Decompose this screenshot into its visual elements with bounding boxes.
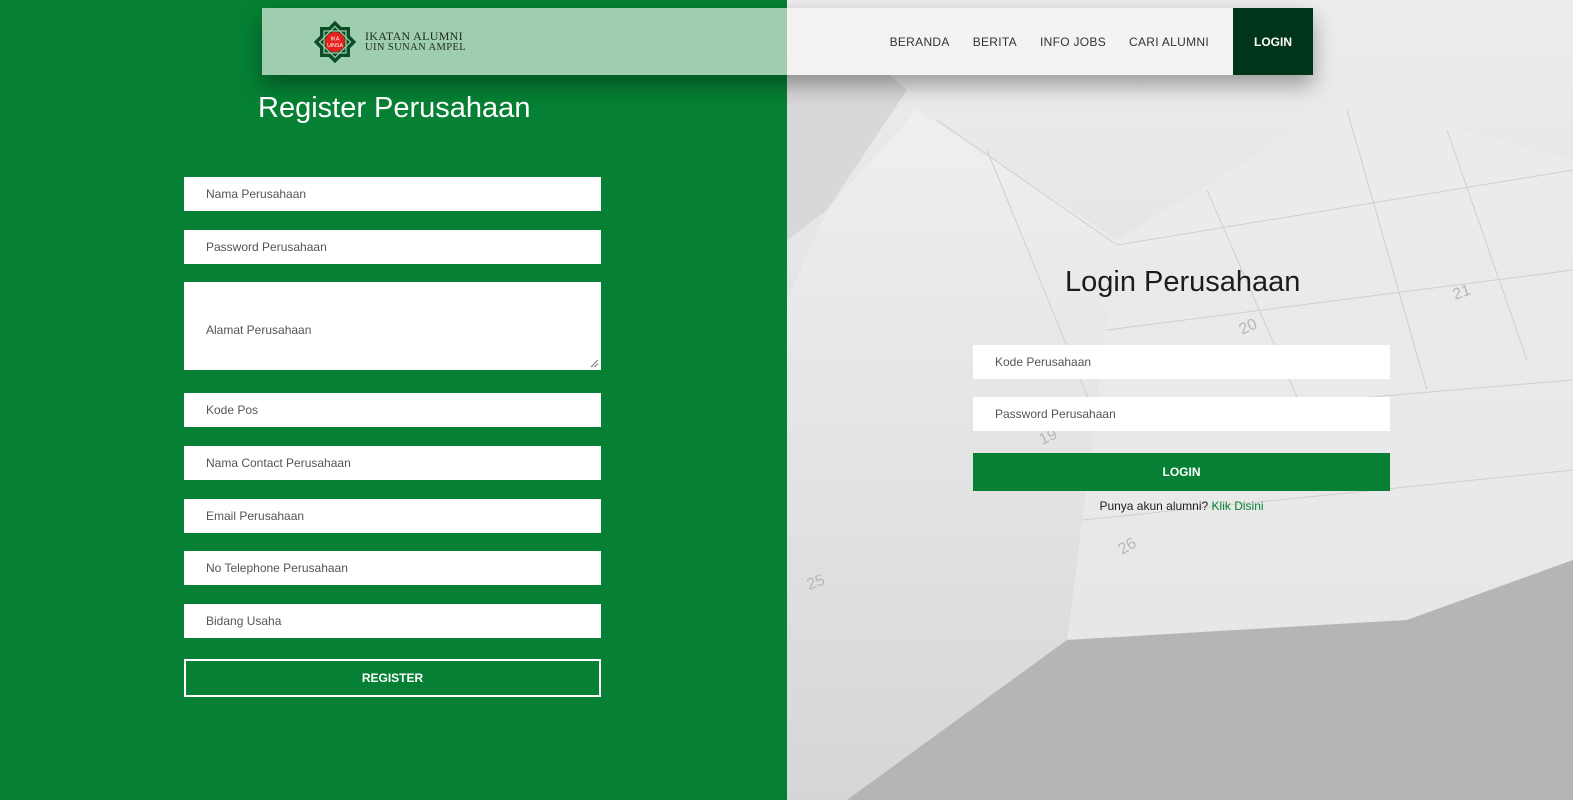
contact-name-input[interactable]: Nama Contact Perusahaan	[184, 446, 601, 480]
company-code-input[interactable]: Kode Perusahaan	[973, 345, 1390, 379]
company-phone-placeholder: No Telephone Perusahaan	[206, 561, 348, 575]
company-email-input[interactable]: Email Perusahaan	[184, 499, 601, 533]
nav-login-button[interactable]: LOGIN	[1233, 8, 1313, 75]
alumni-login-link[interactable]: Klik Disini	[1212, 499, 1264, 513]
business-field-placeholder: Bidang Usaha	[206, 614, 282, 628]
register-button[interactable]: REGISTER	[184, 659, 601, 697]
alumni-login-prompt: Punya akun alumni? Klik Disini	[973, 499, 1390, 513]
nav-item-cari-alumni[interactable]: CARI ALUMNI	[1129, 35, 1209, 49]
postal-code-placeholder: Kode Pos	[206, 403, 259, 417]
contact-name-placeholder: Nama Contact Perusahaan	[206, 456, 351, 470]
company-phone-input[interactable]: No Telephone Perusahaan	[184, 551, 601, 585]
nav-item-berita[interactable]: BERITA	[973, 35, 1017, 49]
logo-name-line1: IKATAN ALUMNI	[365, 29, 463, 43]
nav-item-beranda[interactable]: BERANDA	[890, 35, 950, 49]
login-button[interactable]: LOGIN	[973, 453, 1390, 491]
company-email-placeholder: Email Perusahaan	[206, 509, 305, 523]
logo-wordmark: IKATAN ALUMNI UIN SUNAN AMPEL	[365, 29, 467, 53]
login-password-input[interactable]: Password Perusahaan	[973, 397, 1390, 431]
company-code-placeholder: Kode Perusahaan	[995, 355, 1092, 369]
alumni-prompt-text: Punya akun alumni?	[1099, 499, 1209, 513]
register-title: Register Perusahaan	[258, 92, 531, 124]
header-logo-area: IKA UINSA IKATAN ALUMNI UIN SUNAN AMPEL	[262, 8, 787, 75]
company-address-placeholder: Alamat Perusahaan	[206, 323, 312, 337]
main-nav: BERANDA BERITA INFO JOBS CARI ALUMNI	[787, 8, 1233, 75]
logo-name-line2: UIN SUNAN AMPEL	[365, 42, 467, 53]
postal-code-input[interactable]: Kode Pos	[184, 393, 601, 427]
site-logo[interactable]: IKA UINSA IKATAN ALUMNI UIN SUNAN AMPEL	[310, 19, 466, 65]
company-address-textarea[interactable]: Alamat Perusahaan	[184, 282, 601, 370]
login-password-placeholder: Password Perusahaan	[995, 407, 1116, 421]
ika-uinsa-logo-icon: IKA UINSA	[310, 19, 360, 65]
nav-item-info-jobs[interactable]: INFO JOBS	[1040, 35, 1106, 49]
company-password-placeholder: Password Perusahaan	[206, 240, 327, 254]
business-field-input[interactable]: Bidang Usaha	[184, 604, 601, 638]
company-name-input[interactable]: Nama Perusahaan	[184, 177, 601, 211]
login-title: Login Perusahaan	[1065, 266, 1301, 298]
logo-badge-line1: IKA	[331, 37, 340, 43]
site-header: IKA UINSA IKATAN ALUMNI UIN SUNAN AMPEL …	[262, 8, 1313, 75]
resize-grip-icon[interactable]	[590, 359, 599, 368]
company-name-placeholder: Nama Perusahaan	[206, 187, 307, 201]
company-password-input[interactable]: Password Perusahaan	[184, 230, 601, 264]
logo-badge-line2: UINSA	[327, 43, 343, 49]
